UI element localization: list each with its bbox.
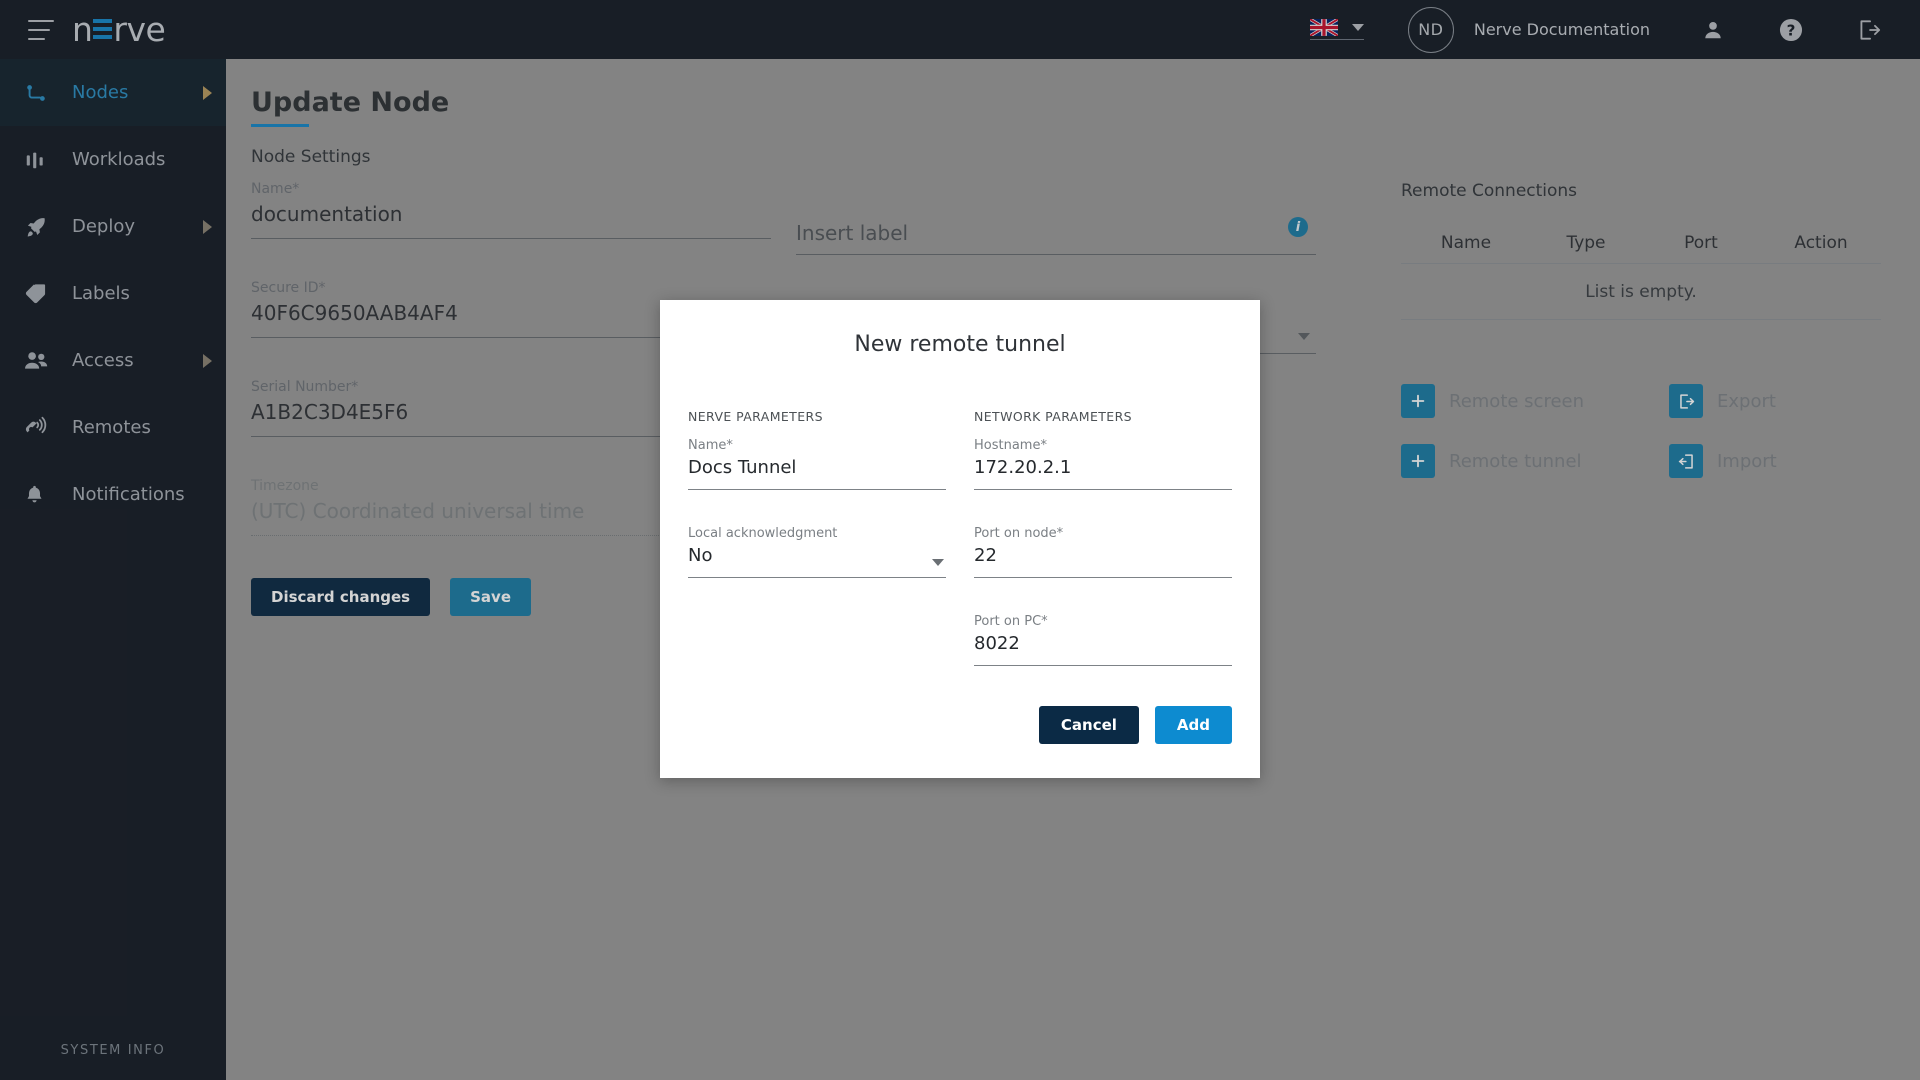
local-acknowledgment-label: Local acknowledgment [688, 526, 946, 541]
hostname-input[interactable] [974, 455, 1232, 480]
nerve-parameters-label: NERVE PARAMETERS [688, 409, 946, 424]
network-parameters-label: NETWORK PARAMETERS [974, 409, 1232, 424]
hostname-label: Hostname* [974, 438, 1232, 453]
field-hostname[interactable]: Hostname* [974, 438, 1232, 490]
nerve-parameters-column: NERVE PARAMETERS Name* Local acknowledgm… [688, 409, 946, 702]
new-remote-tunnel-dialog: New remote tunnel NERVE PARAMETERS Name*… [660, 300, 1260, 778]
field-port-on-pc[interactable]: Port on PC* [974, 614, 1232, 666]
tunnel-name-input[interactable] [688, 455, 946, 480]
port-on-pc-input[interactable] [974, 631, 1232, 656]
app-root: n rve ND Nerve Docum [0, 0, 1920, 1080]
port-on-node-label: Port on node* [974, 526, 1232, 541]
local-acknowledgment-value: No [688, 543, 946, 568]
modal-actions: Cancel Add [1039, 706, 1232, 744]
add-button[interactable]: Add [1155, 706, 1232, 744]
field-underline [974, 577, 1232, 578]
network-parameters-column: NETWORK PARAMETERS Hostname* Port on nod… [974, 409, 1232, 702]
chevron-down-icon [932, 559, 944, 566]
modal-title: New remote tunnel [660, 300, 1260, 357]
field-underline [688, 577, 946, 578]
field-local-acknowledgment[interactable]: Local acknowledgment No [688, 526, 946, 578]
field-port-on-node[interactable]: Port on node* [974, 526, 1232, 578]
port-on-pc-label: Port on PC* [974, 614, 1232, 629]
cancel-button[interactable]: Cancel [1039, 706, 1139, 744]
modal-columns: NERVE PARAMETERS Name* Local acknowledgm… [660, 357, 1260, 702]
port-on-node-input[interactable] [974, 543, 1232, 568]
field-tunnel-name[interactable]: Name* [688, 438, 946, 490]
field-underline [974, 665, 1232, 666]
field-underline [974, 489, 1232, 490]
tunnel-name-label: Name* [688, 438, 946, 453]
field-underline [688, 489, 946, 490]
